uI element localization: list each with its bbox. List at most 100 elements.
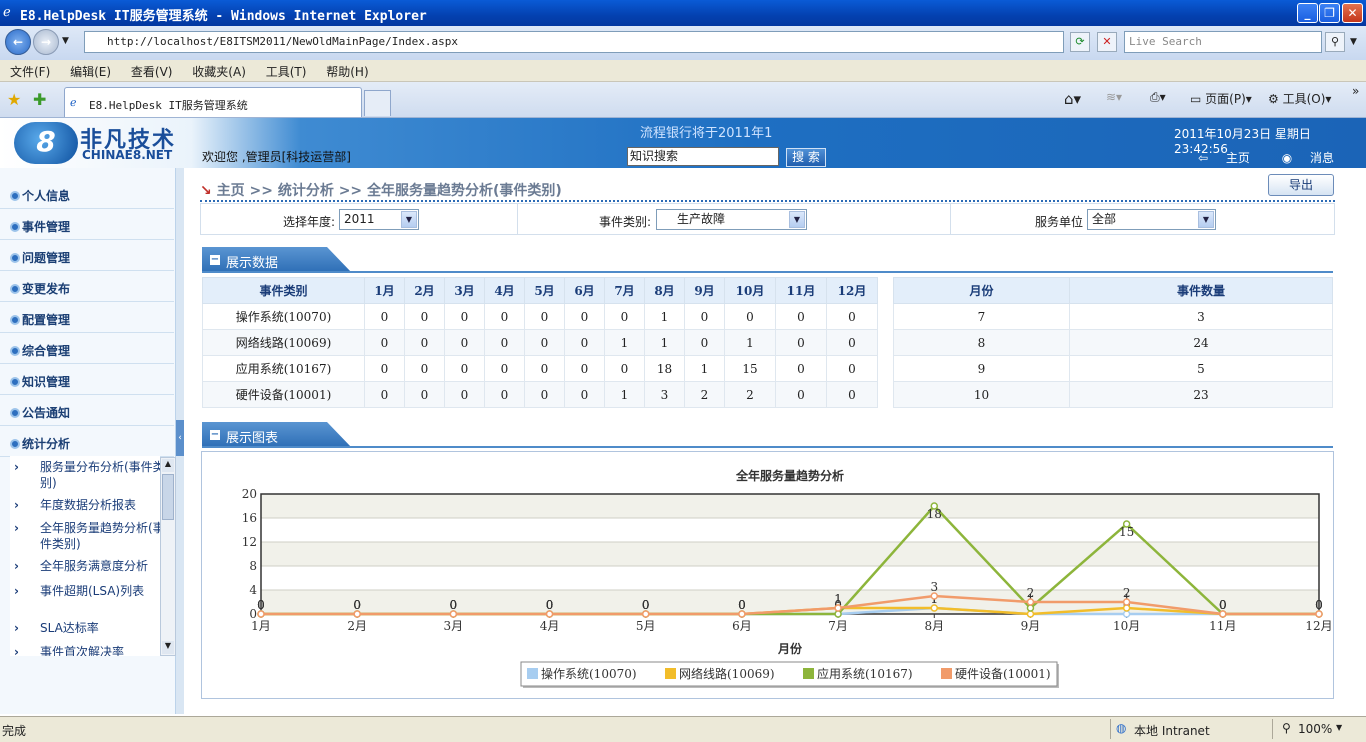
menu-help[interactable]: 帮助(H)	[316, 60, 368, 80]
forward-button[interactable]: →	[33, 29, 59, 55]
logout-link[interactable]: ⇲ 退出	[1198, 168, 1264, 182]
refresh-icon[interactable]: ⟳	[1070, 32, 1090, 52]
tools-menu[interactable]: ⚙ 工具(O)▾	[1268, 90, 1331, 107]
live-search-input[interactable]: Live Search	[1124, 31, 1322, 53]
table-cell: 0	[404, 329, 445, 356]
zoom-icon[interactable]: ⚲	[1282, 721, 1291, 735]
x-tick-label: 4月	[540, 619, 560, 633]
feeds-icon[interactable]: ≋▾	[1106, 90, 1122, 104]
data-section-title: 展示数据	[226, 256, 279, 271]
zoom-level[interactable]: 100%	[1298, 722, 1332, 736]
data-label: 2	[1123, 586, 1131, 600]
data-label: 18	[927, 507, 942, 521]
scroll-up-icon[interactable]: ▲	[162, 459, 174, 472]
home-link[interactable]: ⇦ 主页	[1198, 151, 1264, 165]
table-cell: 2	[684, 381, 725, 408]
table-row: 10 23	[893, 381, 1333, 408]
sidebar-item-notice[interactable]: 公告通知	[0, 395, 174, 426]
back-arrow-icon: ⇦	[1198, 151, 1209, 165]
menu-edit[interactable]: 编辑(E)	[60, 60, 111, 80]
menu-favorites[interactable]: 收藏夹(A)	[182, 60, 246, 80]
submenu-item[interactable]: › 全年服务量趋势分析(事件类别)	[14, 520, 160, 552]
menu-tools[interactable]: 工具(T)	[256, 60, 307, 80]
url-field[interactable]: http://localhost/E8ITSM2011/NewOldMainPa…	[84, 31, 1064, 53]
sidebar-item-incident[interactable]: 事件管理	[0, 209, 174, 240]
menu-view[interactable]: 查看(V)	[121, 60, 173, 80]
breadcrumb-home[interactable]: 主页	[217, 183, 245, 199]
home-icon[interactable]: ⌂▾	[1064, 90, 1081, 108]
chevron-right-icon[interactable]: »	[1352, 84, 1359, 98]
legend-swatch	[665, 668, 676, 679]
sidebar-item-general[interactable]: 综合管理	[0, 333, 174, 364]
knowledge-search-input[interactable]: 知识搜索	[627, 147, 779, 166]
close-button[interactable]: ✕	[1342, 3, 1363, 23]
zoom-dropdown-icon[interactable]: ▼	[1336, 723, 1342, 732]
window-titlebar[interactable]: ℯ E8.HelpDesk IT服务管理系统 - Windows Interne…	[0, 0, 1366, 26]
filter-divider	[950, 204, 951, 234]
browser-tab-bar: ★ ✚ ℯ E8.HelpDesk IT服务管理系统 ⌂▾ ≋▾ ⎙▾ ▭ 页面…	[0, 82, 1366, 118]
legend-label[interactable]: 硬件设备(10001)	[955, 667, 1051, 681]
export-button[interactable]: 导出	[1268, 174, 1334, 196]
submenu-scrollbar[interactable]: ▲ ▼	[160, 457, 176, 656]
message-link[interactable]: ◉ 消息	[1282, 151, 1348, 165]
legend-label[interactable]: 操作系统(10070)	[541, 666, 637, 681]
table-cell: 0	[564, 355, 605, 382]
sidebar-item-change[interactable]: 变更发布	[0, 271, 174, 302]
sidebar-item-problem[interactable]: 问题管理	[0, 240, 174, 271]
year-select[interactable]: 2011 ▼	[339, 209, 419, 230]
new-tab-button[interactable]	[364, 90, 391, 116]
ie-logo-icon: ℯ	[3, 5, 11, 20]
submenu-item[interactable]: › SLA达标率	[14, 620, 160, 636]
page-menu-label: 页面(P)	[1205, 92, 1246, 106]
sidebar-item-statistics[interactable]: 统计分析	[0, 426, 174, 457]
submenu-label: 年度数据分析报表	[40, 498, 137, 512]
knowledge-search-button[interactable]: 搜 索	[786, 148, 826, 167]
page-menu[interactable]: ▭ 页面(P)▾	[1190, 90, 1252, 107]
address-bar: ← → ▼ http://localhost/E8ITSM2011/NewOld…	[0, 26, 1366, 60]
maximize-button[interactable]: ❐	[1319, 3, 1340, 23]
scrolling-notice[interactable]: 流程银行将于2011年1	[640, 122, 772, 141]
submenu-item[interactable]: › 服务量分布分析(事件类别)	[14, 459, 160, 491]
column-header: 10月	[724, 277, 776, 304]
favorites-star-icon[interactable]: ★	[7, 90, 21, 109]
submenu-label: 全年服务满意度分析	[40, 559, 149, 573]
browser-tab-active[interactable]: ℯ E8.HelpDesk IT服务管理系统	[64, 87, 362, 117]
column-header: 4月	[484, 277, 525, 304]
scroll-down-icon[interactable]: ▼	[162, 641, 174, 654]
category-month-table: 事件类别 1月 2月 3月 4月 5月 6月 7月 8月 9月 10月 11月 12月 操作系统(100…	[202, 277, 878, 408]
page-icon: ▭	[1190, 92, 1202, 106]
legend-label[interactable]: 网络线路(10069)	[679, 666, 775, 681]
scroll-thumb[interactable]	[162, 474, 174, 520]
stop-icon[interactable]: ✕	[1097, 32, 1117, 52]
breadcrumb-statistics[interactable]: >> 统计分析	[249, 183, 333, 199]
print-icon[interactable]: ⎙▾	[1150, 90, 1166, 105]
table-cell: 9	[893, 355, 1070, 382]
unit-select[interactable]: 全部 ▼	[1087, 209, 1216, 230]
table-cell: 1	[604, 381, 645, 408]
sidebar-item-label: 统计分析	[22, 437, 71, 451]
submenu-item[interactable]: › 事件首次解决率	[14, 644, 160, 656]
menu-file[interactable]: 文件(F)	[0, 60, 50, 80]
collapse-sidebar-icon[interactable]: ‹	[176, 420, 184, 456]
category-select[interactable]: 生产故障 ▼	[656, 209, 807, 230]
submenu-item[interactable]: › 事件超期(LSA)列表	[14, 583, 160, 599]
filter-divider	[517, 204, 518, 234]
back-button[interactable]: ←	[5, 29, 31, 55]
data-section-tab[interactable]: − 展示数据	[202, 247, 352, 273]
column-header: 事件数量	[1069, 277, 1333, 304]
submenu-item[interactable]: › 年度数据分析报表	[14, 497, 160, 513]
search-options-icon[interactable]: ▼	[1350, 37, 1357, 47]
grid-band	[261, 566, 1319, 590]
sidebar-item-personal[interactable]: 个人信息	[0, 178, 174, 209]
history-dropdown-icon[interactable]: ▼	[62, 36, 69, 46]
sidebar-item-config[interactable]: 配置管理	[0, 302, 174, 333]
legend-label[interactable]: 应用系统(10167)	[817, 666, 913, 681]
minimize-button[interactable]: _	[1297, 3, 1318, 23]
search-icon[interactable]: ⚲	[1325, 32, 1345, 52]
table-cell: 0	[444, 303, 485, 330]
sidebar-item-label: 变更发布	[22, 282, 71, 296]
chart-section-tab[interactable]: − 展示图表	[202, 422, 352, 448]
submenu-item[interactable]: › 全年服务满意度分析	[14, 558, 160, 574]
add-favorite-icon[interactable]: ✚	[33, 90, 46, 109]
sidebar-item-knowledge[interactable]: 知识管理	[0, 364, 174, 395]
